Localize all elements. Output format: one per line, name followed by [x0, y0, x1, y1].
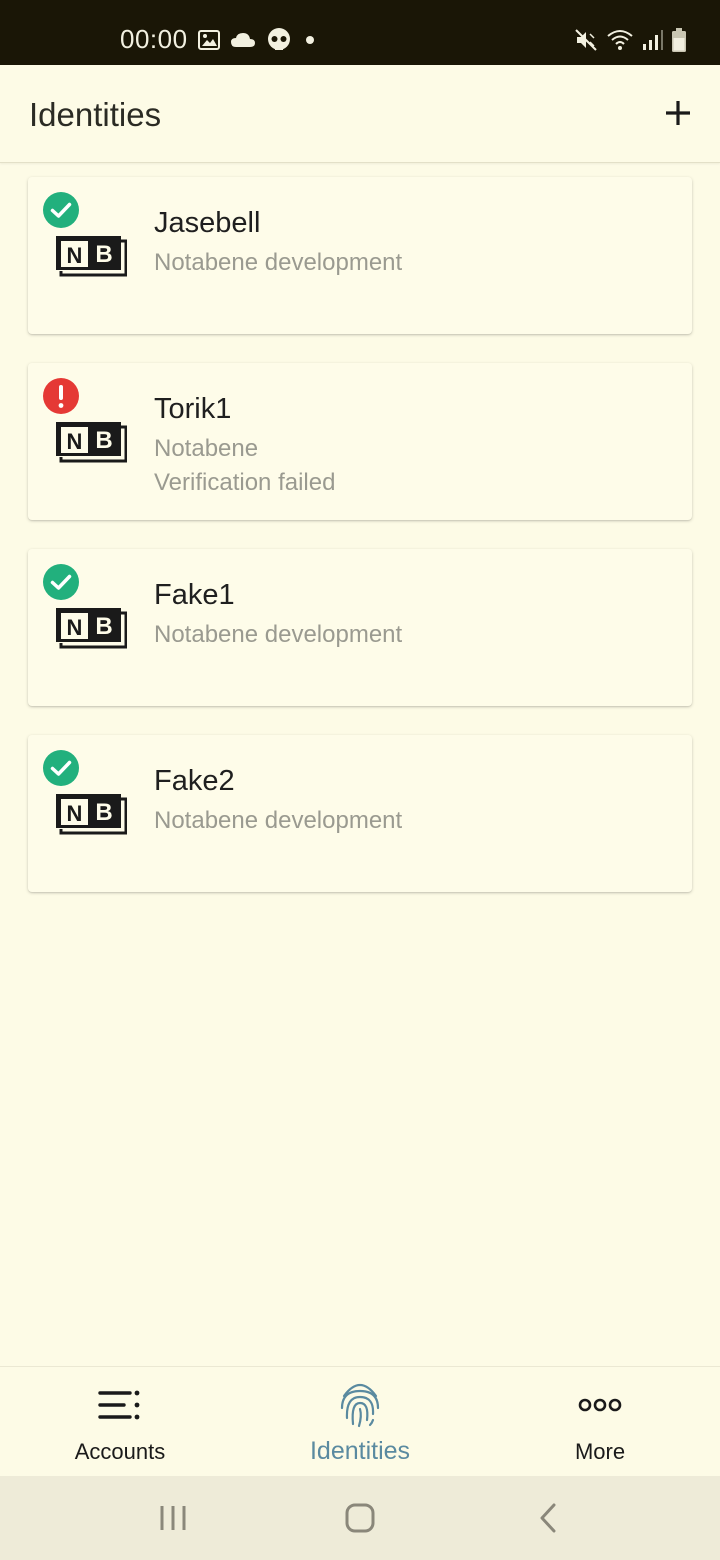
nav-label: More — [574, 1439, 626, 1464]
svg-text:N: N — [67, 429, 83, 454]
nav-accounts[interactable]: Accounts — [0, 1367, 240, 1477]
status-bar: 00:00 — [0, 0, 720, 65]
identity-card-fake1[interactable]: NB Fake1 Notabene development — [28, 549, 692, 706]
battery-icon — [672, 28, 686, 57]
status-icons-left — [198, 28, 318, 57]
svg-text:N: N — [67, 801, 83, 826]
bottom-nav: Accounts Identities More — [0, 1366, 720, 1476]
recents-button[interactable] — [151, 1498, 195, 1542]
identity-name: Jasebell — [154, 207, 261, 239]
check-circle-icon — [43, 192, 79, 228]
nav-label: Identities — [309, 1437, 411, 1465]
svg-text:B: B — [95, 427, 112, 454]
home-icon — [345, 1503, 375, 1538]
svg-text:N: N — [67, 243, 83, 268]
identity-subtitle: Notabene development — [154, 621, 403, 648]
identity-name: Torik1 — [154, 393, 232, 425]
svg-text:B: B — [95, 613, 112, 640]
signal-icon — [642, 29, 664, 56]
dot-icon — [302, 32, 318, 53]
home-button[interactable] — [338, 1498, 382, 1542]
recents-icon — [159, 1505, 187, 1536]
identity-card-jasebell[interactable]: NB Jasebell Notabene development — [28, 177, 692, 334]
identity-name: Fake1 — [154, 579, 235, 611]
back-button[interactable] — [526, 1498, 570, 1542]
cloud-icon — [230, 31, 256, 54]
nav-label: Accounts — [74, 1439, 166, 1464]
mute-icon — [574, 28, 598, 57]
list-icon — [96, 1381, 144, 1429]
identity-subtitle: Notabene development — [154, 249, 403, 276]
notabene-logo-icon: NB — [55, 421, 128, 463]
notabene-logo-icon: NB — [55, 235, 128, 277]
skull-icon — [266, 28, 292, 57]
nav-identities[interactable]: Identities — [240, 1367, 480, 1477]
add-identity-button[interactable] — [656, 93, 700, 137]
plus-icon — [664, 99, 692, 132]
fingerprint-icon — [336, 1381, 384, 1429]
identity-subtitle: Notabene development — [154, 807, 403, 834]
page-title: Identities — [29, 96, 162, 133]
check-circle-icon — [43, 750, 79, 786]
system-nav — [0, 1476, 720, 1560]
identity-status-text: Verification failed — [154, 469, 336, 496]
image-icon — [198, 30, 220, 55]
status-icons-right — [574, 28, 686, 57]
error-circle-icon — [43, 378, 79, 414]
identity-card-torik1[interactable]: NB Torik1 Notabene Verification failed — [28, 363, 692, 520]
nav-more[interactable]: More — [480, 1367, 720, 1477]
status-time: 00:00 — [120, 24, 188, 54]
svg-text:N: N — [67, 615, 83, 640]
svg-text:B: B — [95, 799, 112, 826]
identity-card-fake2[interactable]: NB Fake2 Notabene development — [28, 735, 692, 892]
check-circle-icon — [43, 564, 79, 600]
svg-text:B: B — [95, 241, 112, 268]
notabene-logo-icon: NB — [55, 793, 128, 835]
wifi-icon — [606, 28, 634, 57]
more-horizontal-icon — [576, 1381, 624, 1429]
notabene-logo-icon: NB — [55, 607, 128, 649]
identity-name: Fake2 — [154, 765, 235, 797]
app-bar: Identities — [0, 65, 720, 163]
back-icon — [538, 1503, 558, 1538]
identity-subtitle: Notabene — [154, 435, 259, 462]
